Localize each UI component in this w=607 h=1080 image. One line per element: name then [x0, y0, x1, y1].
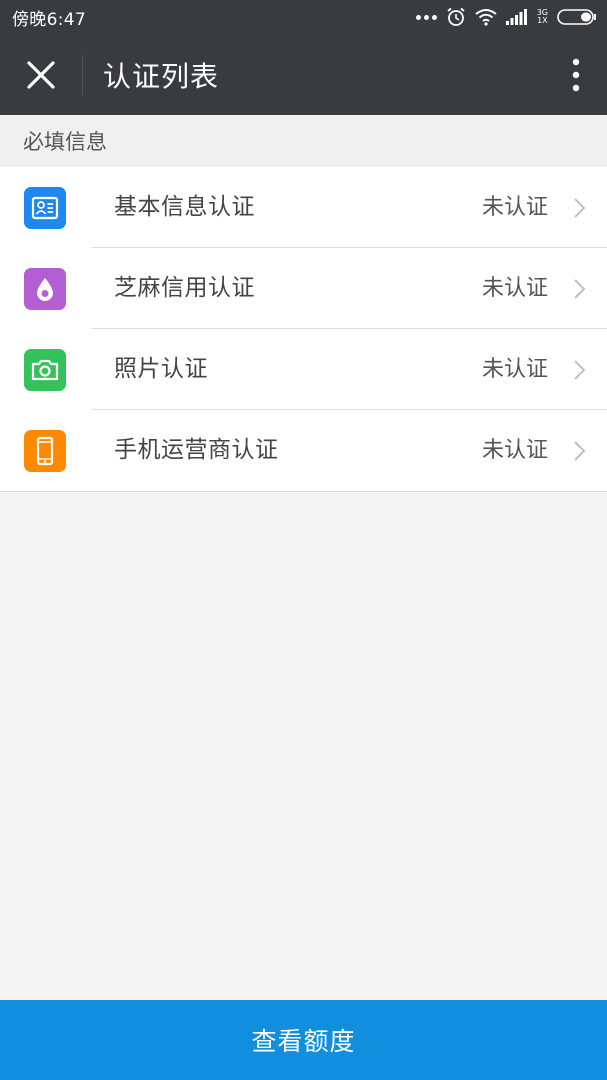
list-item-basic-info[interactable]: 基本信息认证 未认证: [0, 167, 607, 248]
network-type: 3G 1X: [537, 9, 548, 25]
list-item-label: 照片认证: [114, 356, 208, 382]
chevron-right-icon: [574, 441, 586, 461]
network-bottom-label: 1X: [537, 16, 548, 25]
alarm-icon: [447, 7, 465, 26]
list-item-label: 基本信息认证: [114, 194, 255, 220]
verification-list: 基本信息认证 未认证 芝麻信用认证 未认证 照片认证 未认证 手机运营商认证 未…: [0, 167, 607, 492]
sesame-drop-icon: [24, 268, 66, 310]
list-item-label: 手机运营商认证: [114, 437, 279, 463]
list-item-mobile-carrier[interactable]: 手机运营商认证 未认证: [0, 410, 607, 491]
status-text: 未认证: [481, 276, 548, 301]
status-time: 傍晚6:47: [12, 9, 86, 30]
close-icon: [27, 60, 55, 89]
more-button[interactable]: [545, 34, 607, 115]
list-item-label: 芝麻信用认证: [114, 275, 255, 301]
close-button[interactable]: [0, 34, 82, 115]
chevron-right-icon: [574, 279, 586, 299]
view-quota-button[interactable]: 查看额度: [0, 1000, 607, 1080]
wifi-icon: [475, 9, 497, 26]
page-title: 认证列表: [103, 59, 220, 93]
list-item-photo[interactable]: 照片认证 未认证: [0, 329, 607, 410]
mobile-phone-icon: [24, 430, 66, 472]
list-item-sesame-credit[interactable]: 芝麻信用认证 未认证: [0, 248, 607, 329]
id-card-icon: [24, 187, 66, 229]
status-bar: 傍晚6:47 3G 1X: [0, 0, 607, 34]
nav-bar: 认证列表: [0, 34, 607, 115]
section-header: 必填信息: [0, 115, 607, 167]
battery-icon: [557, 9, 596, 25]
status-text: 未认证: [481, 195, 548, 220]
chevron-right-icon: [574, 198, 586, 218]
signal-icon: [505, 9, 527, 25]
status-text: 未认证: [481, 357, 548, 382]
camera-icon: [24, 349, 66, 391]
more-dots-icon: [415, 14, 437, 20]
status-text: 未认证: [481, 438, 548, 463]
status-icons: 3G 1X: [415, 7, 597, 27]
chevron-right-icon: [574, 360, 586, 380]
more-vertical-icon: [572, 58, 580, 91]
